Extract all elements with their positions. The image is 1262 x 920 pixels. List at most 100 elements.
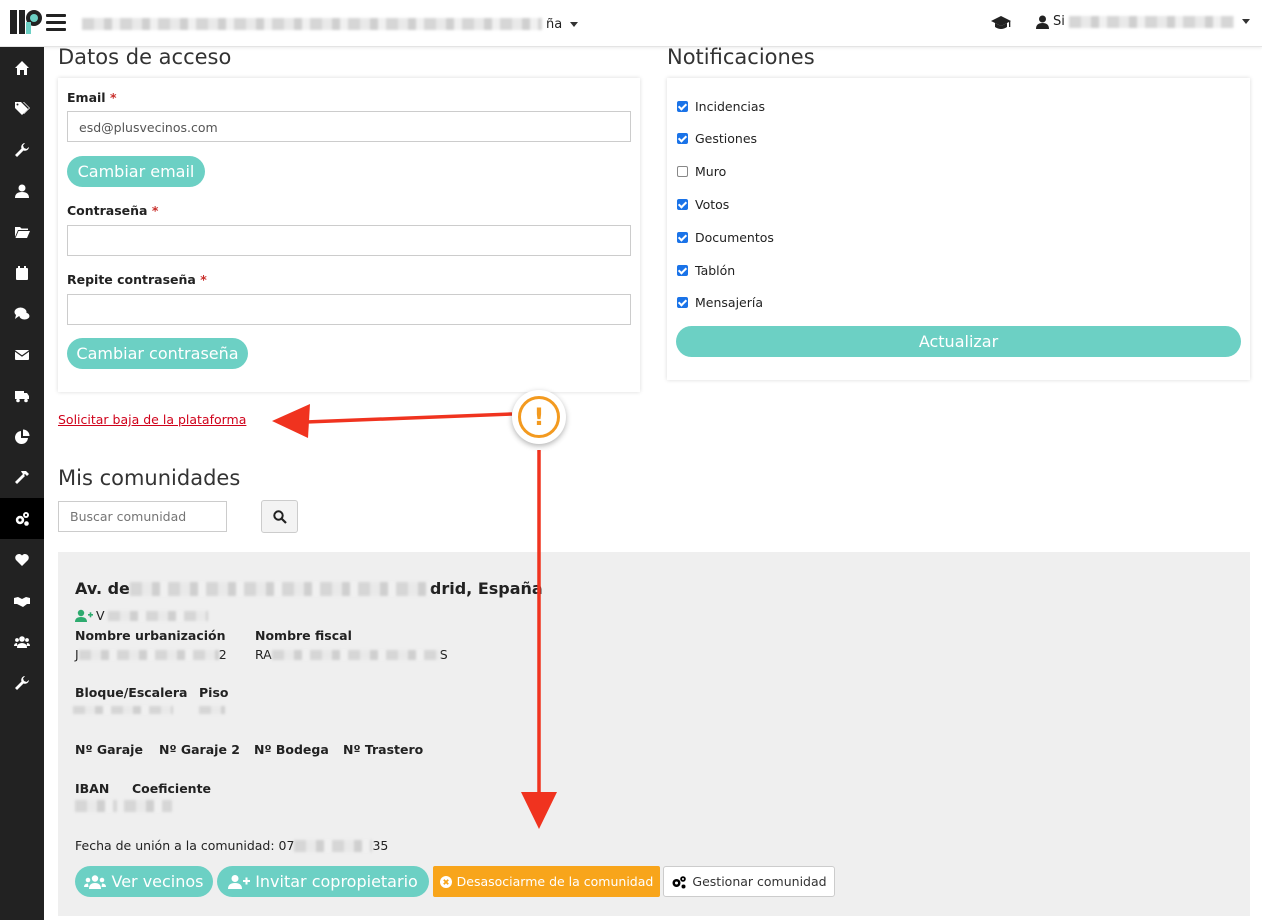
sidebar-item-stats[interactable] [0, 416, 44, 457]
sidebar-item-user[interactable] [0, 170, 44, 211]
repeat-password-label: Repite contraseña * [67, 272, 207, 287]
wrench-icon [15, 675, 29, 690]
change-password-button[interactable]: Cambiar contraseña [67, 338, 248, 369]
repeat-password-field[interactable] [67, 294, 631, 325]
notif-incidencias[interactable]: Incidencias [677, 99, 765, 114]
sidebar-item-truck[interactable] [0, 375, 44, 416]
sidebar-item-envelope[interactable] [0, 334, 44, 375]
user-icon [1036, 15, 1049, 29]
logo[interactable] [10, 8, 44, 36]
caret-down-icon [570, 21, 579, 27]
sidebar-item-handshake[interactable] [0, 580, 44, 621]
cogs-icon [672, 875, 687, 888]
menu-toggle-icon[interactable] [46, 14, 66, 32]
communities-heading: Mis comunidades [58, 466, 241, 490]
notif-documentos[interactable]: Documentos [677, 230, 774, 245]
block-label: Bloque/Escalera [75, 685, 188, 700]
email-field[interactable]: esd@plusvecinos.com [67, 111, 631, 142]
times-circle-icon [439, 875, 452, 888]
sidebar-item-heart[interactable] [0, 539, 44, 580]
fiscal-value: RA S [255, 647, 448, 662]
sidebar-item-home[interactable] [0, 47, 44, 88]
redacted-text [1068, 15, 1234, 28]
notif-mensajeria[interactable]: Mensajería [677, 295, 763, 310]
sidebar-item-comments[interactable] [0, 293, 44, 334]
users-icon [14, 635, 30, 648]
sidebar-item-calendar[interactable] [0, 252, 44, 293]
sidebar-item-tools[interactable] [0, 662, 44, 703]
home-icon [15, 60, 29, 75]
wrench-icon [15, 142, 29, 157]
hammer-icon [15, 470, 29, 484]
password-label: Contraseña * [67, 203, 159, 218]
main-content: Datos de acceso Email * esd@plusvecinos.… [44, 45, 1262, 920]
redacted-text [73, 706, 173, 714]
sidebar-item-folder[interactable] [0, 211, 44, 252]
iban-label: IBAN [75, 781, 110, 796]
community-search-input[interactable] [58, 501, 227, 532]
community-selector[interactable]: ña [82, 15, 579, 33]
checkbox[interactable] [677, 199, 688, 210]
sidebar-item-users[interactable] [0, 621, 44, 662]
sidebar-item-wrench[interactable] [0, 129, 44, 170]
invite-coowner-button[interactable]: Invitar copropietario [217, 866, 429, 897]
envelope-icon [14, 349, 30, 360]
comments-icon [14, 307, 30, 319]
community-title: Av. de drid, España [75, 579, 543, 598]
warning-icon: ! [512, 390, 566, 444]
sidebar-item-settings[interactable] [0, 498, 44, 539]
owner-row: V [75, 608, 208, 623]
join-date: Fecha de unión a la comunidad: 07 35 [75, 838, 389, 853]
notif-votos[interactable]: Votos [677, 197, 729, 212]
user-menu[interactable]: Si [1036, 14, 1250, 29]
cogs-icon [15, 511, 29, 526]
password-field[interactable] [67, 225, 631, 256]
handshake-icon [14, 596, 30, 607]
users-icon [84, 875, 107, 889]
checkbox[interactable] [677, 133, 688, 144]
notifications-card: Incidencias Gestiones Muro Votos Documen… [667, 78, 1250, 380]
user-plus-icon [75, 609, 93, 622]
storage-label: Nº Trastero [343, 742, 424, 757]
coefficient-label: Coeficiente [132, 781, 212, 796]
notif-tablon[interactable]: Tablón [677, 263, 735, 278]
redacted-text [124, 800, 172, 812]
folder-open-icon [15, 226, 30, 238]
search-button[interactable] [261, 500, 298, 533]
redacted-text [75, 800, 117, 812]
tags-icon [15, 101, 30, 115]
user-plus-icon [228, 875, 251, 889]
notif-gestiones[interactable]: Gestiones [677, 131, 757, 146]
calendar-icon [16, 265, 28, 280]
community-card: Av. de drid, España V Nombre urbanizació… [58, 552, 1250, 916]
truck-icon [15, 390, 29, 402]
checkbox[interactable] [677, 101, 688, 112]
redacted-text [82, 18, 542, 30]
urbanization-label: Nombre urbanización [75, 628, 226, 643]
email-label: Email * [67, 90, 117, 105]
graduation-cap-icon[interactable] [991, 15, 1011, 31]
update-button[interactable]: Actualizar [676, 326, 1241, 357]
garage-label: Nº Garaje [75, 742, 143, 757]
cellar-label: Nº Bodega [254, 742, 329, 757]
checkbox[interactable] [677, 265, 688, 276]
sidebar [0, 47, 44, 920]
urbanization-value: J2 [75, 647, 227, 662]
manage-community-button[interactable]: Gestionar comunidad [663, 866, 835, 897]
change-email-button[interactable]: Cambiar email [67, 156, 205, 187]
unsubscribe-link[interactable]: Solicitar baja de la plataforma [58, 412, 246, 427]
checkbox[interactable] [677, 297, 688, 308]
notif-muro[interactable]: Muro [677, 164, 726, 179]
pie-chart-icon [15, 429, 30, 444]
checkbox[interactable] [677, 232, 688, 243]
search-icon [272, 509, 287, 524]
sidebar-item-hammer[interactable] [0, 457, 44, 498]
redacted-text [107, 610, 208, 621]
sidebar-item-tags[interactable] [0, 88, 44, 129]
redacted-text [199, 706, 225, 714]
view-neighbors-button[interactable]: Ver vecinos [75, 866, 213, 897]
floor-label: Piso [199, 685, 229, 700]
notifications-heading: Notificaciones [667, 45, 815, 69]
checkbox[interactable] [677, 166, 688, 177]
leave-community-button[interactable]: Desasociarme de la comunidad [433, 866, 660, 897]
